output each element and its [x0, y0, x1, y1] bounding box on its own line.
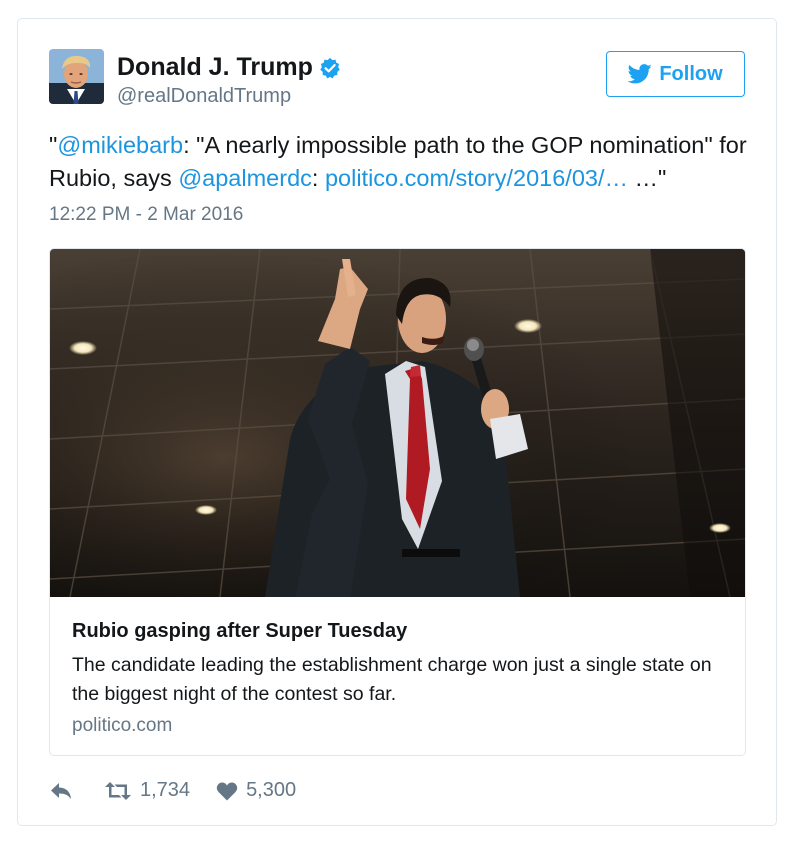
verified-badge-icon: [320, 57, 340, 78]
follow-button-label: Follow: [659, 62, 723, 85]
tweet-text: "@mikiebarb: "A nearly impossible path t…: [49, 129, 749, 195]
reply-icon: [51, 782, 71, 799]
link-preview-card[interactable]: Rubio gasping after Super Tuesday The ca…: [49, 248, 746, 756]
reply-button[interactable]: [49, 781, 73, 801]
avatar[interactable]: [49, 49, 104, 104]
retweet-count: 1,734: [140, 779, 191, 801]
tweet-text-part3: …": [628, 165, 667, 191]
tweet-text-part2: :: [311, 165, 325, 191]
author-name[interactable]: Donald J. Trump: [117, 53, 313, 82]
retweet-icon: [105, 781, 131, 800]
card-image[interactable]: [50, 249, 745, 597]
tweet-timestamp[interactable]: 12:22 PM - 2 Mar 2016: [49, 204, 243, 226]
author-handle[interactable]: @realDonaldTrump: [117, 85, 291, 108]
card-description: The candidate leading the establishment …: [72, 654, 712, 705]
card-title[interactable]: Rubio gasping after Super Tuesday: [72, 620, 407, 643]
mention-mikiebarb-link[interactable]: @mikiebarb: [57, 132, 183, 158]
author-name-row[interactable]: Donald J. Trump: [117, 53, 341, 82]
card-domain: politico.com: [72, 715, 173, 736]
retweet-button[interactable]: 1,734: [104, 779, 190, 802]
follow-button[interactable]: Follow: [606, 51, 745, 97]
profile-photo: [49, 49, 104, 104]
politico-story-link[interactable]: politico.com/story/2016/03/…: [325, 165, 628, 191]
twitter-bird-icon: [628, 64, 652, 84]
tweet-actions: 1,734 5,300: [49, 779, 296, 802]
like-button[interactable]: 5,300: [216, 779, 296, 802]
tweet-card: Donald J. Trump @realDonaldTrump Follow …: [17, 18, 777, 826]
like-count: 5,300: [246, 779, 297, 801]
mention-apalmerdc-link[interactable]: @apalmerdc: [178, 165, 312, 191]
heart-icon: [216, 781, 238, 800]
